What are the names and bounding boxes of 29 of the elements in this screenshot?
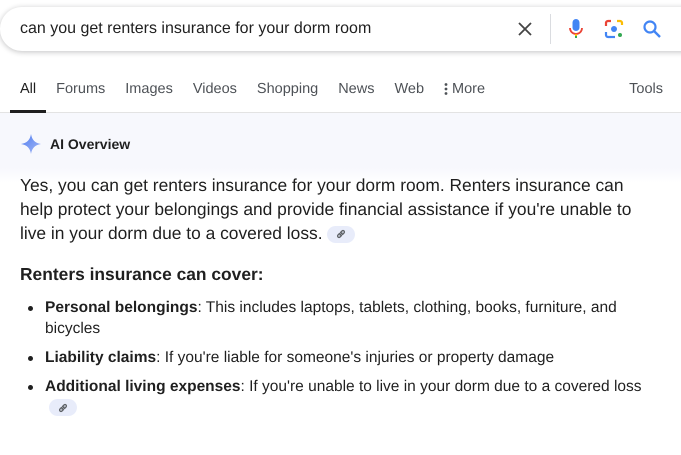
link-icon [336,229,346,240]
bullet-icon [28,385,33,390]
bullet-text: Additional living expenses: If you're unable to live in your dorm due to a covered loss [45,376,661,418]
sparkle-icon [20,133,42,155]
search-input[interactable]: can you get renters insurance for your dorm room [20,20,506,38]
tools-tab[interactable]: Tools [619,68,673,113]
bullet-text: Liability claims: If you're liable for someone's injuries or property damage [45,348,554,368]
overview-title: AI Overview [50,136,130,152]
search-tab[interactable]: News [328,68,384,113]
search-tab[interactable]: Web [384,68,434,113]
close-icon [517,21,533,37]
search-tab[interactable]: Images [115,68,183,113]
search-field[interactable]: can you get renters insurance for your dorm room [0,7,681,51]
search-tab[interactable]: Forums [46,68,116,113]
more-vertical-icon [444,82,448,96]
search-tab[interactable]: More [434,68,496,113]
link-icon [58,402,68,413]
bullet-text: Personal belongings: This includes laptops, tablets, clothing, books, furniture, and bicycles [45,298,618,339]
source-link-button[interactable] [49,399,77,416]
search-tab[interactable]: Videos [182,68,247,113]
section-heading: Renters insurance can cover: [20,264,265,285]
camera-icon [604,19,624,39]
microphone-icon [568,18,584,40]
bullet-icon [28,306,33,311]
search-icon [642,19,662,39]
search-tab[interactable]: Shopping [246,68,328,113]
overview-summary: Yes, you can get renters insurance for your dorm room. Renters insurance can help protect your belongings and provide financial assistance if you're unable to live in your dorm due to a covered loss. [20,174,632,245]
source-link-button[interactable] [326,226,355,243]
bullet-icon [28,356,33,361]
